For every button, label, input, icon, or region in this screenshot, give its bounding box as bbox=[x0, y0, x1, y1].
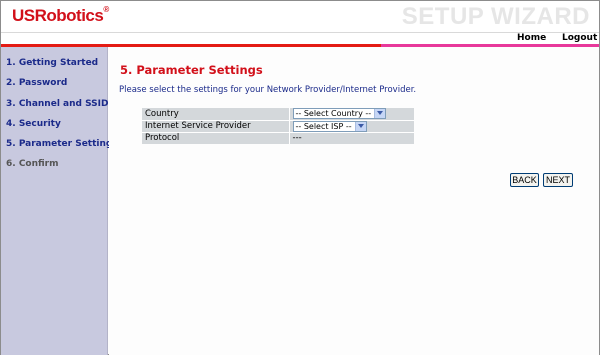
top-navigation: Home Logout bbox=[1, 32, 599, 44]
table-row: Country -- Select Country -- bbox=[142, 108, 414, 120]
parameter-settings-table: Country -- Select Country -- Internet Se… bbox=[142, 108, 414, 144]
sidebar-item-confirm: 6. Confirm bbox=[6, 159, 59, 169]
isp-cell: -- Select ISP -- bbox=[289, 119, 414, 132]
setup-wizard-window: USRobotics® SETUP WIZARD Home Logout 1. … bbox=[0, 0, 600, 355]
chevron-down-icon bbox=[374, 109, 386, 119]
country-label: Country bbox=[142, 108, 290, 120]
sidebar: 1. Getting Started 2. Password 3. Channe… bbox=[1, 47, 118, 355]
protocol-label: Protocol bbox=[142, 131, 290, 144]
isp-select-value: -- Select ISP -- bbox=[295, 121, 352, 131]
next-button[interactable]: NEXT bbox=[543, 173, 573, 187]
logout-link[interactable]: Logout bbox=[562, 33, 597, 43]
home-link[interactable]: Home bbox=[517, 33, 546, 43]
isp-select[interactable]: -- Select ISP -- bbox=[292, 120, 367, 132]
protocol-value: --- bbox=[289, 131, 414, 144]
brand-logo: USRobotics® bbox=[12, 5, 109, 26]
registered-mark: ® bbox=[103, 5, 109, 14]
table-row: Internet Service Provider -- Select ISP … bbox=[142, 119, 414, 132]
brand-name: USRobotics bbox=[12, 6, 104, 25]
main-content: 5. Parameter Settings Please select the … bbox=[109, 47, 599, 355]
sidebar-item-password[interactable]: 2. Password bbox=[6, 78, 67, 88]
sidebar-item-channel-and-ssid[interactable]: 3. Channel and SSID bbox=[6, 99, 108, 109]
page-title: 5. Parameter Settings bbox=[120, 63, 263, 77]
sidebar-item-security[interactable]: 4. Security bbox=[6, 119, 61, 129]
table-row: Protocol --- bbox=[142, 131, 414, 144]
country-cell: -- Select Country -- bbox=[289, 108, 414, 120]
chevron-down-icon bbox=[354, 121, 366, 131]
country-select-value: -- Select Country -- bbox=[295, 109, 372, 119]
country-select[interactable]: -- Select Country -- bbox=[292, 108, 387, 120]
wizard-title: SETUP WIZARD bbox=[401, 3, 590, 30]
header: USRobotics® SETUP WIZARD bbox=[1, 1, 599, 32]
back-button[interactable]: BACK bbox=[510, 173, 539, 187]
intro-text: Please select the settings for your Netw… bbox=[119, 85, 417, 95]
sidebar-item-parameter-settings[interactable]: 5. Parameter Settings bbox=[6, 139, 118, 149]
sidebar-item-getting-started[interactable]: 1. Getting Started bbox=[6, 58, 98, 68]
isp-label: Internet Service Provider bbox=[142, 119, 290, 132]
